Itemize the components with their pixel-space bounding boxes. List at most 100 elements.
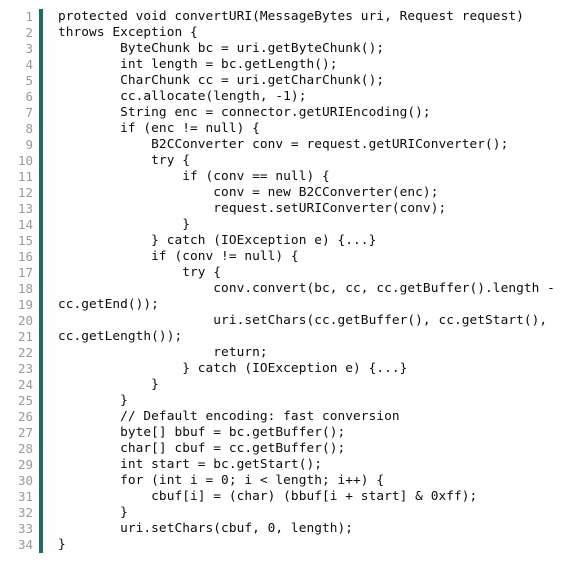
gutter-pad	[43, 393, 55, 409]
gutter-pad	[43, 25, 55, 41]
code-line[interactable]: uri.setChars(cc.getBuffer(), cc.getStart…	[55, 313, 577, 329]
code-line[interactable]: byte[] bbuf = bc.getBuffer();	[55, 425, 577, 441]
code-listing-table: 1 protected void convertURI(MessageBytes …	[0, 9, 577, 553]
code-line-row: 12 conv = new B2CConverter(enc);	[0, 185, 577, 201]
code-line[interactable]: try {	[55, 153, 577, 169]
code-line-row: 26 // Default encoding: fast conversion	[0, 409, 577, 425]
code-line-row: 18 conv.convert(bc, cc, cc.getBuffer().l…	[0, 281, 577, 297]
gutter-pad	[43, 281, 55, 297]
gutter-pad	[43, 233, 55, 249]
code-line[interactable]: request.setURIConverter(conv);	[55, 201, 577, 217]
code-line-row: 31 cbuf[i] = (char) (bbuf[i + start] & 0…	[0, 489, 577, 505]
line-number: 22	[0, 345, 39, 361]
code-line[interactable]: conv = new B2CConverter(enc);	[55, 185, 577, 201]
code-listing-body: 1 protected void convertURI(MessageBytes …	[0, 9, 577, 553]
code-line-row: 29 int start = bc.getStart();	[0, 457, 577, 473]
line-number: 32	[0, 505, 39, 521]
code-line[interactable]: }	[55, 505, 577, 521]
code-line-row: 11 if (conv == null) {	[0, 169, 577, 185]
gutter-pad	[43, 473, 55, 489]
gutter-pad	[43, 9, 55, 25]
code-line-row: 32 }	[0, 505, 577, 521]
gutter-pad	[43, 409, 55, 425]
code-line-row: 34}	[0, 537, 577, 553]
code-line-row: 20 uri.setChars(cc.getBuffer(), cc.getSt…	[0, 313, 577, 329]
gutter-pad	[43, 313, 55, 329]
line-number: 25	[0, 393, 39, 409]
gutter-pad	[43, 169, 55, 185]
code-line[interactable]: String enc = connector.getURIEncoding();	[55, 105, 577, 121]
code-line[interactable]: // Default encoding: fast conversion	[55, 409, 577, 425]
code-line[interactable]: } catch (IOException e) {...}	[55, 361, 577, 377]
code-line[interactable]: cc.allocate(length, -1);	[55, 89, 577, 105]
code-line-row: 4 int length = bc.getLength();	[0, 57, 577, 73]
code-line[interactable]: }	[55, 217, 577, 233]
line-number: 31	[0, 489, 39, 505]
code-line[interactable]: }	[55, 537, 577, 553]
line-number: 19	[0, 297, 39, 313]
gutter-pad	[43, 537, 55, 553]
code-line-row: 15 } catch (IOException e) {...}	[0, 233, 577, 249]
line-number: 8	[0, 121, 39, 137]
code-line[interactable]: conv.convert(bc, cc, cc.getBuffer().leng…	[55, 281, 577, 297]
code-line-row: 21 cc.getLength());	[0, 329, 577, 345]
gutter-pad	[43, 201, 55, 217]
gutter-pad	[43, 137, 55, 153]
code-line-row: 9 B2CConverter conv = request.getURIConv…	[0, 137, 577, 153]
code-line[interactable]: int length = bc.getLength();	[55, 57, 577, 73]
code-line-row: 14 }	[0, 217, 577, 233]
code-line[interactable]: int start = bc.getStart();	[55, 457, 577, 473]
code-line-row: 3 ByteChunk bc = uri.getByteChunk();	[0, 41, 577, 57]
line-number: 21	[0, 329, 39, 345]
code-line-row: 25 }	[0, 393, 577, 409]
line-number: 28	[0, 441, 39, 457]
code-line[interactable]: if (enc != null) {	[55, 121, 577, 137]
code-line[interactable]: for (int i = 0; i < length; i++) {	[55, 473, 577, 489]
line-number: 7	[0, 105, 39, 121]
line-number: 18	[0, 281, 39, 297]
line-number: 34	[0, 537, 39, 553]
gutter-pad	[43, 57, 55, 73]
code-line-row: 10 try {	[0, 153, 577, 169]
line-number: 15	[0, 233, 39, 249]
code-line-row: 27 byte[] bbuf = bc.getBuffer();	[0, 425, 577, 441]
gutter-pad	[43, 153, 55, 169]
gutter-pad	[43, 361, 55, 377]
code-line-row: 22 return;	[0, 345, 577, 361]
gutter-pad	[43, 425, 55, 441]
code-line-wrapped[interactable]: cc.getLength());	[55, 329, 577, 345]
line-number: 11	[0, 169, 39, 185]
code-line-row: 5 CharChunk cc = uri.getCharChunk();	[0, 73, 577, 89]
code-line[interactable]: if (conv == null) {	[55, 169, 577, 185]
code-line-row: 28 char[] cbuf = cc.getBuffer();	[0, 441, 577, 457]
line-number: 2	[0, 25, 39, 41]
code-line[interactable]: char[] cbuf = cc.getBuffer();	[55, 441, 577, 457]
code-line-wrapped[interactable]: cc.getEnd());	[55, 297, 577, 313]
line-number: 17	[0, 265, 39, 281]
code-line[interactable]: cbuf[i] = (char) (bbuf[i + start] & 0xff…	[55, 489, 577, 505]
code-line[interactable]: ByteChunk bc = uri.getByteChunk();	[55, 41, 577, 57]
code-line[interactable]: B2CConverter conv = request.getURIConver…	[55, 137, 577, 153]
code-line[interactable]: }	[55, 377, 577, 393]
line-number: 13	[0, 201, 39, 217]
code-line[interactable]: CharChunk cc = uri.getCharChunk();	[55, 73, 577, 89]
line-number: 6	[0, 89, 39, 105]
code-line-row: 23 } catch (IOException e) {...}	[0, 361, 577, 377]
code-line[interactable]: } catch (IOException e) {...}	[55, 233, 577, 249]
gutter-pad	[43, 89, 55, 105]
code-line[interactable]: protected void convertURI(MessageBytes u…	[55, 9, 577, 25]
code-line[interactable]: }	[55, 393, 577, 409]
code-line[interactable]: if (conv != null) {	[55, 249, 577, 265]
code-line-row: 19 cc.getEnd());	[0, 297, 577, 313]
code-line[interactable]: try {	[55, 265, 577, 281]
line-number: 5	[0, 73, 39, 89]
gutter-pad	[43, 489, 55, 505]
code-line-row: 8 if (enc != null) {	[0, 121, 577, 137]
code-line[interactable]: throws Exception {	[55, 25, 577, 41]
code-line[interactable]: return;	[55, 345, 577, 361]
code-line[interactable]: uri.setChars(cbuf, 0, length);	[55, 521, 577, 537]
gutter-pad	[43, 105, 55, 121]
gutter-pad	[43, 505, 55, 521]
code-line-row: 16 if (conv != null) {	[0, 249, 577, 265]
gutter-pad	[43, 297, 55, 313]
